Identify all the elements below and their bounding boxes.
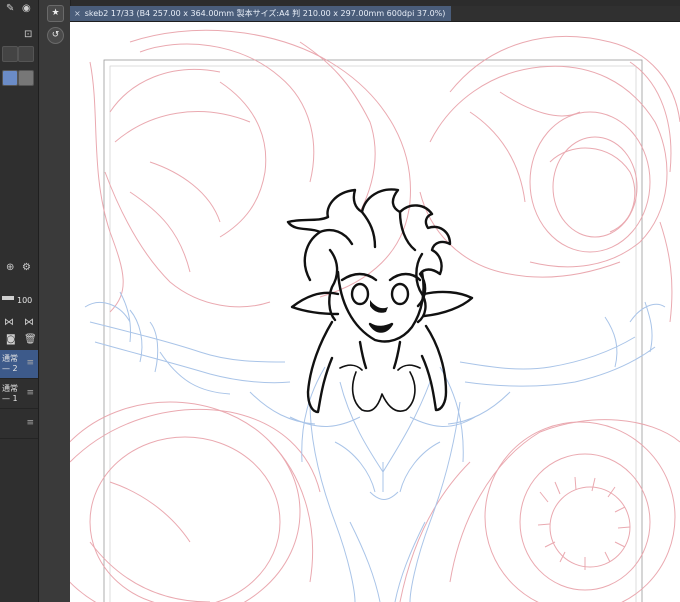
pen-icon[interactable]: ✎ <box>6 4 14 14</box>
eye-icon[interactable]: ◉ <box>22 4 31 14</box>
document-title: skeb2 17/33 (B4 257.00 x 364.00mm 製本サイズ:… <box>84 9 446 18</box>
opacity-value[interactable]: 100 <box>17 296 32 305</box>
trash-icon[interactable]: 🗑 <box>24 335 37 345</box>
close-icon[interactable]: × <box>74 9 81 18</box>
lock-icon[interactable]: ⊡ <box>24 30 32 40</box>
copy-layer-button[interactable] <box>18 46 34 62</box>
drag-handle-icon[interactable]: ≡ <box>26 418 34 428</box>
layer-row-1[interactable]: 通常 — 1 ≡ <box>0 380 38 409</box>
tool-strip: ★ ↺ <box>39 0 71 602</box>
page-frame <box>103 59 643 602</box>
layer-mode: 通常 <box>2 384 18 393</box>
lineart-hair-fill <box>370 300 388 313</box>
download-icon[interactable]: ⊕ <box>6 263 14 273</box>
layer-row-2[interactable]: 通常 — 2 ≡ <box>0 350 38 379</box>
inner-frame <box>109 65 637 602</box>
clip-icon[interactable]: ⋈ <box>24 318 34 328</box>
new-layer-button[interactable] <box>2 46 18 62</box>
mask-icon[interactable]: ◙ <box>6 335 16 345</box>
red-sketch-layer <box>70 29 680 602</box>
settings-icon[interactable]: ⚙ <box>22 263 31 273</box>
blend-mode-swatch[interactable] <box>2 70 18 86</box>
lineart-character <box>286 188 474 414</box>
rotate-view-icon[interactable]: ↺ <box>47 27 64 44</box>
layer-mode: 通常 <box>2 354 18 363</box>
layer-name: — 1 <box>2 394 18 403</box>
artwork[interactable] <box>70 22 680 602</box>
layer-name: — 2 <box>2 364 18 373</box>
layer-row-empty[interactable]: ≡ <box>0 410 38 439</box>
blue-sketch-layer <box>84 291 666 602</box>
canvas[interactable] <box>70 22 680 602</box>
drag-handle-icon[interactable]: ≡ <box>26 358 34 368</box>
layer-color-swatch[interactable] <box>18 70 34 86</box>
star-icon[interactable]: ★ <box>47 5 64 22</box>
document-tab-bar: × skeb2 17/33 (B4 257.00 x 364.00mm 製本サイズ… <box>70 6 680 22</box>
layer-panel: ✎ ◉ ⊡ ⊕ ⚙ 100 ⋈ ⋈ ◙ 🗑 通常 — 2 ≡ 通常 — 1 ≡ … <box>0 0 39 602</box>
link-icon[interactable]: ⋈ <box>4 318 14 328</box>
document-tab[interactable]: × skeb2 17/33 (B4 257.00 x 364.00mm 製本サイズ… <box>70 6 452 21</box>
drag-handle-icon[interactable]: ≡ <box>26 388 34 398</box>
opacity-slider[interactable] <box>2 296 14 300</box>
